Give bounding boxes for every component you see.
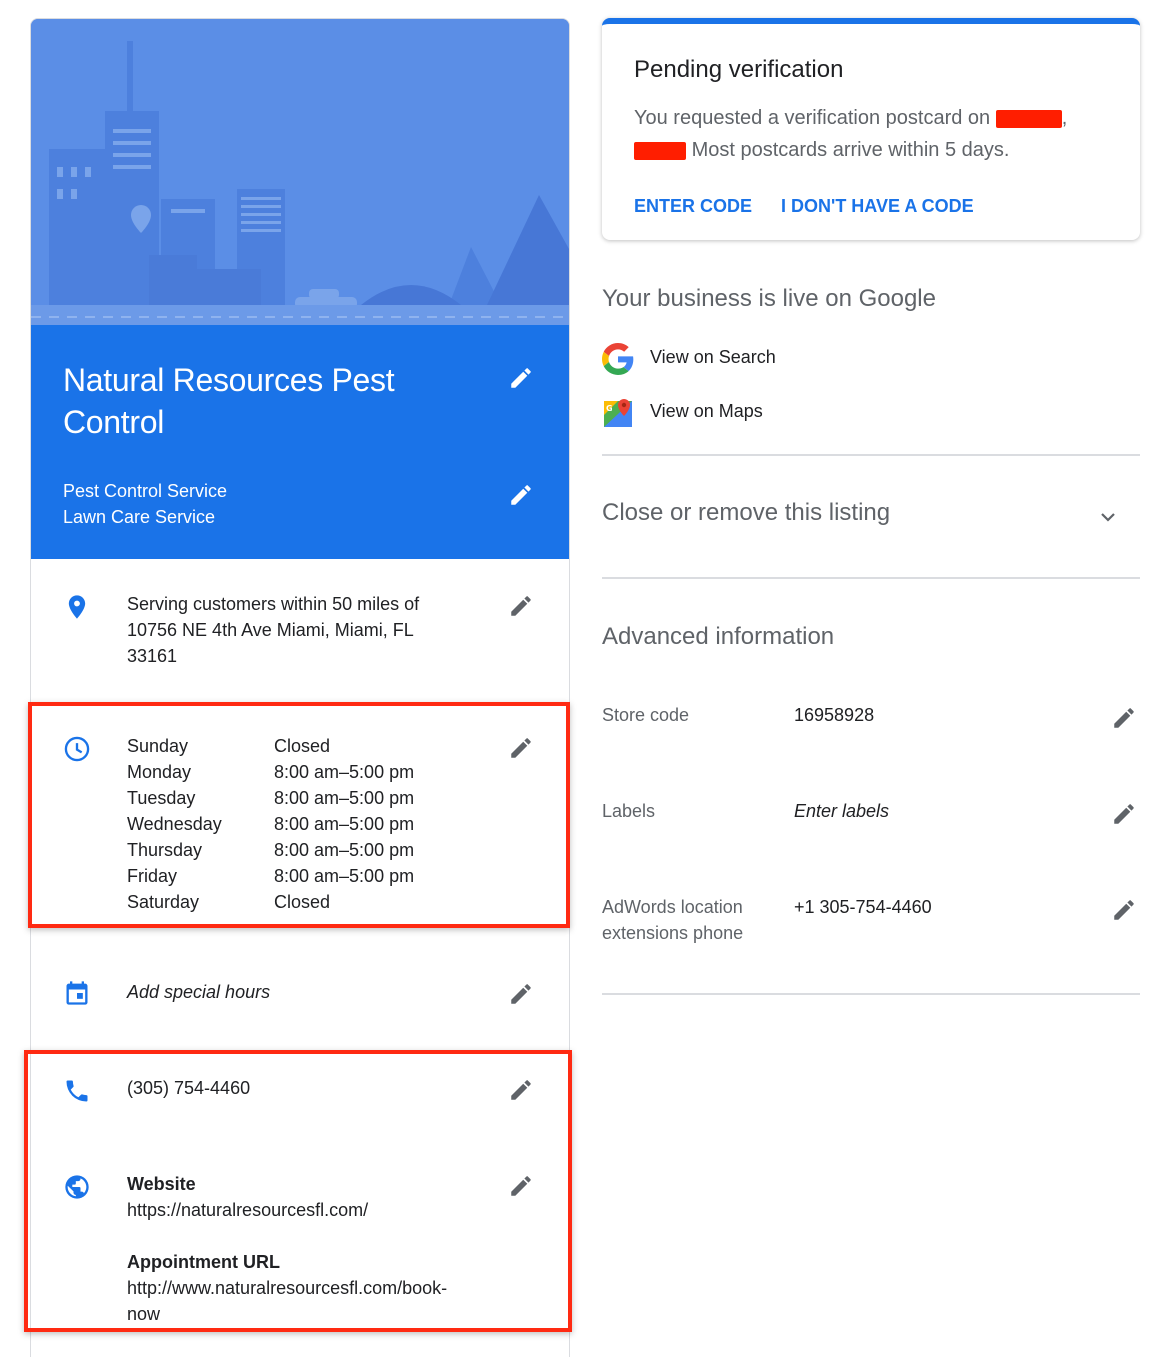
location-pin-icon: [63, 593, 91, 621]
edit-special-hours-pencil-icon[interactable]: [508, 981, 534, 1007]
address-line: 10756 NE 4th Ave Miami, Miami, FL: [127, 620, 414, 640]
pending-line2: Most postcards arrive within 5 days.: [691, 139, 1010, 161]
adwords-phone-label: AdWords location extensions phone: [602, 894, 743, 946]
edit-labels-pencil-icon[interactable]: [1111, 801, 1137, 827]
address-line: 33161: [127, 646, 178, 666]
view-on-search-label: View on Search: [650, 347, 776, 367]
live-on-google-title: Your business is live on Google: [602, 285, 936, 312]
pending-title: Pending verification: [634, 56, 844, 83]
edit-address-pencil-icon[interactable]: [508, 593, 534, 619]
pending-line1: You requested a verification postcard on: [634, 107, 991, 129]
special-hours-row[interactable]: Add special hours: [31, 959, 569, 1039]
advanced-info-title: Advanced information: [602, 623, 835, 650]
divider: [602, 454, 1140, 456]
close-listing-toggle[interactable]: Close or remove this listing: [602, 499, 890, 527]
address-line: Serving customers within 50 miles of: [127, 594, 420, 614]
redacted-date: [995, 109, 1062, 128]
hours-annotation-box: [28, 702, 570, 928]
address-row: Serving customers within 50 miles of 107…: [31, 559, 569, 699]
special-hours-text: Add special hours: [127, 982, 271, 1002]
chevron-down-icon[interactable]: [1096, 505, 1120, 529]
category-primary: Pest Control Service: [63, 481, 228, 501]
edit-adwords-phone-pencil-icon[interactable]: [1111, 897, 1137, 923]
adwords-label-line: extensions phone: [602, 923, 744, 943]
business-categories: Pest Control Service Lawn Care Service: [63, 478, 227, 530]
category-secondary: Lawn Care Service: [63, 507, 216, 527]
adwords-phone-value: +1 305-754-4460: [794, 897, 932, 917]
svg-text:G: G: [606, 404, 613, 413]
edit-store-code-pencil-icon[interactable]: [1111, 705, 1137, 731]
enter-code-button[interactable]: ENTER CODE: [634, 196, 752, 216]
store-code-value: 16958928: [794, 705, 875, 725]
redacted-year: [634, 141, 686, 160]
divider: [602, 993, 1140, 995]
adwords-label-line: AdWords location: [602, 897, 743, 917]
business-name: Natural Resources Pest Control: [63, 362, 395, 440]
view-on-maps-label: View on Maps: [650, 401, 763, 421]
store-code-label: Store code: [602, 705, 690, 725]
contact-annotation-box: [24, 1050, 572, 1332]
google-g-icon: [602, 343, 634, 375]
labels-placeholder[interactable]: Enter labels: [794, 798, 889, 824]
pending-actions: ENTER CODE I DON'T HAVE A CODE: [634, 196, 998, 217]
labels-label: Labels: [602, 801, 656, 821]
pending-verification-card: Pending verification You requested a ver…: [602, 18, 1140, 240]
edit-name-pencil-icon[interactable]: [508, 365, 534, 391]
city-illustration: [31, 19, 569, 325]
pending-body: You requested a verification postcard on…: [634, 107, 1068, 161]
divider: [602, 577, 1140, 579]
business-header: Natural Resources Pest Control Pest Cont…: [31, 325, 569, 559]
calendar-icon: [63, 979, 91, 1007]
address-text: Serving customers within 50 miles of 107…: [127, 591, 419, 669]
no-code-button[interactable]: I DON'T HAVE A CODE: [781, 196, 974, 216]
edit-category-pencil-icon[interactable]: [508, 482, 534, 508]
google-maps-icon: G: [602, 397, 634, 429]
